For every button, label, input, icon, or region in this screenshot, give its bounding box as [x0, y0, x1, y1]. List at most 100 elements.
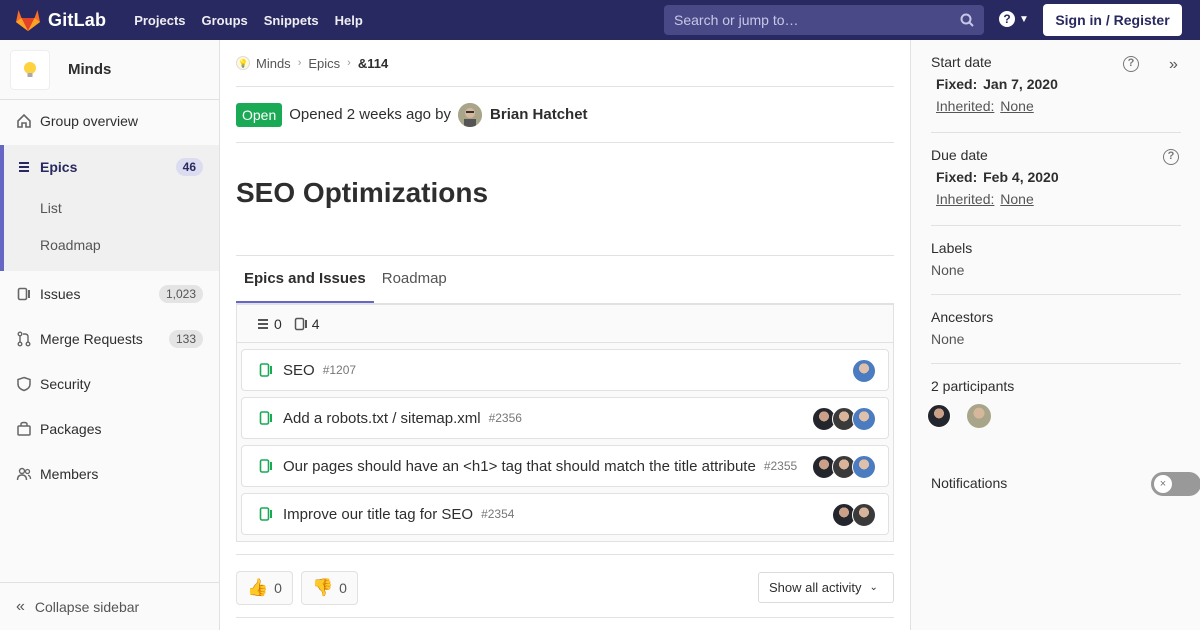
search-placeholder: Search or jump to…: [674, 12, 799, 28]
thumbs-up-count: 0: [274, 580, 282, 596]
sidebar-item-packages[interactable]: Packages: [0, 409, 219, 449]
tab-roadmap[interactable]: Roadmap: [374, 256, 455, 303]
issue-title[interactable]: SEO: [283, 362, 315, 379]
due-date-block: Due date ? Fixed: Feb 4, 2020 Inherited:…: [931, 147, 1181, 226]
start-date-title: Start date: [931, 54, 992, 70]
due-date-title: Due date: [931, 147, 988, 163]
help-icon[interactable]: ?: [1123, 56, 1139, 72]
nav-links: Projects Groups Snippets Help: [126, 13, 371, 28]
epic-status-row: Open Opened 2 weeks ago by Brian Hatchet: [236, 87, 894, 143]
notifications-title: Notifications: [931, 475, 1008, 491]
help-icon: ?: [999, 11, 1015, 27]
issue-title[interactable]: Add a robots.txt / sitemap.xml: [283, 410, 481, 427]
main-content: 💡 Minds › Epics › &114 Open Opened 2 wee…: [236, 40, 894, 618]
issue-open-icon: [259, 507, 272, 521]
assignee-avatars: [812, 407, 876, 431]
top-navbar: GitLab Projects Groups Snippets Help Sea…: [0, 0, 1200, 40]
close-icon: ×: [1154, 475, 1172, 493]
issues-count-badge: 1,023: [158, 285, 203, 303]
issue-open-icon: [259, 459, 272, 473]
package-icon: [16, 421, 32, 437]
breadcrumb: 💡 Minds › Epics › &114: [236, 40, 894, 87]
avatar[interactable]: [852, 455, 876, 479]
issue-title[interactable]: Improve our title tag for SEO: [283, 506, 473, 523]
nav-snippets[interactable]: Snippets: [256, 13, 327, 28]
assignee-avatars: [852, 359, 876, 383]
labels-block: Labels None: [931, 240, 1181, 295]
participant-avatar[interactable]: [967, 404, 991, 428]
thumbs-down-button[interactable]: 👎 0: [301, 571, 358, 605]
sidebar-item-issues[interactable]: Issues 1,023: [0, 274, 219, 314]
issue-open-icon: [259, 411, 272, 425]
start-date-inherited-row[interactable]: Inherited: None: [931, 98, 1181, 114]
brand-name: GitLab: [48, 9, 107, 30]
breadcrumb-group[interactable]: Minds: [256, 56, 291, 71]
sidebar-item-merge-requests[interactable]: Merge Requests 133: [0, 319, 219, 359]
avatar[interactable]: [852, 359, 876, 383]
search-input[interactable]: Search or jump to…: [664, 5, 984, 35]
ancestors-block: Ancestors None: [931, 309, 1181, 364]
start-date-block: Start date ? Fixed: Jan 7, 2020 Inherite…: [931, 54, 1181, 133]
issue-ref: #1207: [322, 363, 357, 377]
sidebar-item-security[interactable]: Security: [0, 364, 219, 404]
notifications-block: Notifications ×: [931, 472, 1200, 505]
tab-epics-and-issues[interactable]: Epics and Issues: [236, 256, 374, 303]
list-item[interactable]: Our pages should have an <h1> tag that s…: [241, 445, 889, 487]
list-item[interactable]: Add a robots.txt / sitemap.xml #2356: [241, 397, 889, 439]
nav-help[interactable]: Help: [327, 13, 371, 28]
thumbs-up-button[interactable]: 👍 0: [236, 571, 293, 605]
inherited-label: Inherited:: [936, 98, 995, 114]
breadcrumb-epics[interactable]: Epics: [308, 56, 340, 71]
issues-icon: [294, 317, 307, 330]
help-dropdown[interactable]: ? ▼: [999, 11, 1029, 27]
breadcrumb-current[interactable]: &114: [358, 56, 388, 71]
sidebar-item-group-overview[interactable]: Group overview: [0, 101, 219, 141]
sidebar-item-members[interactable]: Members: [0, 454, 219, 494]
activity-filter-dropdown[interactable]: Show all activity ⌄: [758, 572, 894, 603]
notifications-toggle[interactable]: ×: [1151, 472, 1200, 496]
assignee-avatars: [832, 503, 876, 527]
issue-count: 4: [311, 315, 320, 332]
participant-avatar[interactable]: [927, 404, 951, 428]
nav-projects[interactable]: Projects: [126, 13, 193, 28]
start-date-inherited-value: None: [1000, 98, 1034, 114]
group-name: Minds: [68, 61, 112, 78]
issue-open-icon: [259, 363, 272, 377]
sidebar-subitem-list[interactable]: List: [40, 200, 62, 216]
sidebar-item-label: Group overview: [40, 113, 139, 129]
sign-in-button[interactable]: Sign in / Register: [1043, 4, 1182, 36]
search-icon: [960, 13, 974, 27]
epics-count-badge: 46: [175, 158, 203, 176]
tree-body: SEO #1207 Add a robots.txt / sitemap.xml…: [237, 343, 893, 535]
avatar[interactable]: [852, 503, 876, 527]
fixed-label: Fixed:: [936, 169, 978, 185]
fixed-label: Fixed:: [936, 76, 978, 92]
sidebar-subitem-roadmap[interactable]: Roadmap: [40, 237, 101, 253]
author-avatar[interactable]: [458, 102, 483, 127]
gitlab-logo-link[interactable]: GitLab: [15, 8, 106, 32]
sidebar-item-epics[interactable]: Epics 46: [0, 145, 219, 189]
due-date-fixed-row: Fixed: Feb 4, 2020: [931, 169, 1181, 185]
group-avatar: [10, 49, 50, 90]
related-items-tree: 0 4 SEO #1207 Add a robots.txt / sitemap…: [236, 304, 894, 542]
avatar[interactable]: [852, 407, 876, 431]
home-icon: [16, 113, 32, 129]
start-date-fixed-value: Jan 7, 2020: [983, 76, 1058, 92]
group-avatar-small: 💡: [236, 56, 250, 70]
shield-icon: [16, 376, 32, 392]
sidebar-item-label: Merge Requests: [40, 331, 143, 347]
tree-header: 0 4: [237, 305, 893, 343]
labels-value: None: [931, 262, 965, 278]
issue-title[interactable]: Our pages should have an <h1> tag that s…: [283, 458, 756, 475]
list-item[interactable]: SEO #1207: [241, 349, 889, 391]
list-item[interactable]: Improve our title tag for SEO #2354: [241, 493, 889, 535]
participants-block: 2 participants: [927, 378, 1181, 458]
author-name[interactable]: Brian Hatchet: [490, 106, 588, 123]
due-date-inherited-row[interactable]: Inherited: None: [931, 191, 1181, 207]
start-date-fixed-row: Fixed: Jan 7, 2020: [931, 76, 1181, 92]
group-header[interactable]: Minds: [0, 40, 219, 100]
help-icon[interactable]: ?: [1163, 149, 1179, 165]
collapse-sidebar-button[interactable]: « Collapse sidebar: [0, 582, 219, 630]
double-chevron-left-icon: «: [16, 597, 25, 615]
nav-groups[interactable]: Groups: [194, 13, 256, 28]
